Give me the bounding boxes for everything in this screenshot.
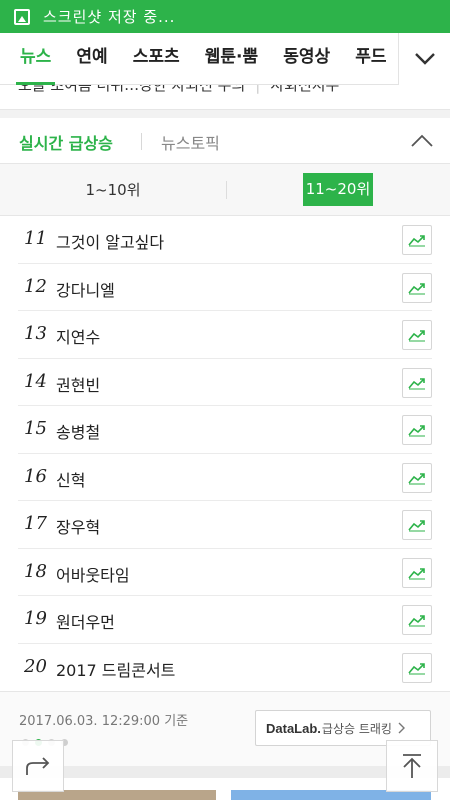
datalab-brand: DataLab. bbox=[266, 720, 321, 736]
list-item[interactable]: 12 강다니엘 bbox=[18, 264, 432, 311]
trend-chart-button[interactable] bbox=[402, 367, 432, 398]
keyword-link[interactable]: 그것이 알고싶다 bbox=[56, 229, 164, 253]
more-categories-button[interactable] bbox=[398, 33, 450, 85]
trend-chart-button[interactable] bbox=[402, 652, 432, 683]
trend-chart-icon bbox=[408, 377, 425, 389]
keyword-link[interactable]: 송병철 bbox=[56, 419, 100, 443]
list-item[interactable]: 19 원더우먼 bbox=[18, 596, 432, 644]
keyword-link[interactable]: 지연수 bbox=[56, 324, 100, 348]
tab-sports[interactable]: 스포츠 bbox=[133, 33, 180, 85]
share-icon bbox=[26, 757, 50, 775]
rank-number: 12 bbox=[24, 275, 47, 297]
trend-chart-icon bbox=[408, 567, 425, 579]
trend-chart-button[interactable] bbox=[402, 510, 432, 540]
rank-range-tabs: 1~10위 11~20위 bbox=[0, 164, 450, 216]
rank-number: 14 bbox=[24, 370, 47, 392]
range-divider bbox=[226, 181, 227, 199]
list-item[interactable]: 18 어바웃타임 bbox=[18, 549, 432, 596]
tab-entertainment[interactable]: 연예 bbox=[76, 33, 107, 85]
trend-chart-button[interactable] bbox=[402, 272, 432, 303]
trend-chart-icon bbox=[408, 615, 425, 627]
tab-news[interactable]: 뉴스 bbox=[15, 33, 56, 85]
rank-number: 13 bbox=[24, 323, 47, 344]
keyword-link[interactable]: 어바웃타임 bbox=[56, 562, 130, 586]
trending-list: 11 그것이 알고싶다 12 강다니엘 13 지연수 14 권현빈 15 송병철… bbox=[0, 216, 450, 691]
status-text: 스크린샷 저장 중... bbox=[43, 8, 176, 26]
header-divider bbox=[141, 133, 142, 150]
headline-ticker[interactable]: 오늘 초여름 더위…강한 자외선 주의 | 사회전지두 bbox=[0, 85, 450, 110]
timestamp: 2017.06.03. 12:29:00 기준 bbox=[19, 714, 189, 729]
trend-chart-icon bbox=[408, 425, 425, 437]
chevron-down-icon bbox=[414, 53, 435, 65]
trend-chart-icon bbox=[408, 662, 425, 674]
datalab-label: 급상승 트래킹 bbox=[321, 721, 392, 736]
keyword-link[interactable]: 강다니엘 bbox=[56, 277, 115, 301]
ticker-separator: | bbox=[255, 85, 261, 94]
trend-chart-icon bbox=[408, 235, 425, 247]
category-tabs: 뉴스 연예 스포츠 웹툰·뿜 동영상 푸드 bbox=[0, 33, 398, 85]
tab-video[interactable]: 동영상 bbox=[283, 33, 330, 85]
list-item[interactable]: 14 권현빈 bbox=[18, 359, 432, 406]
trend-chart-icon bbox=[408, 472, 425, 484]
trending-footer: 2017.06.03. 12:29:00 기준 DataLab. 급상승 트래킹 bbox=[0, 691, 450, 766]
trend-chart-button[interactable] bbox=[402, 415, 432, 445]
keyword-link[interactable]: 권현빈 bbox=[56, 372, 100, 396]
keyword-link[interactable]: 장우혁 bbox=[56, 514, 100, 538]
chevron-right-icon bbox=[398, 722, 405, 734]
chevron-up-icon bbox=[411, 134, 433, 147]
rank-number: 16 bbox=[24, 465, 47, 487]
trending-section-header: 실시간 급상승 뉴스토픽 bbox=[0, 118, 450, 164]
list-item[interactable]: 17 장우혁 bbox=[18, 501, 432, 549]
list-item[interactable]: 20 2017 드림콘서트 bbox=[18, 644, 432, 692]
trend-chart-button[interactable] bbox=[402, 225, 432, 255]
rank-number: 18 bbox=[24, 560, 47, 582]
list-item[interactable]: 13 지연수 bbox=[18, 311, 432, 359]
keyword-link[interactable]: 원더우먼 bbox=[56, 609, 115, 633]
tab-news-topic[interactable]: 뉴스토픽 bbox=[161, 130, 220, 154]
share-button[interactable] bbox=[12, 740, 64, 792]
trend-chart-button[interactable] bbox=[402, 557, 432, 588]
trend-chart-icon bbox=[408, 520, 425, 532]
list-item[interactable]: 15 송병철 bbox=[18, 406, 432, 454]
rank-number: 17 bbox=[24, 513, 47, 534]
section-gap bbox=[0, 766, 450, 778]
rank-number: 15 bbox=[24, 418, 47, 439]
collapse-button[interactable] bbox=[408, 127, 436, 155]
trend-chart-icon bbox=[408, 330, 425, 342]
tab-food[interactable]: 푸드 bbox=[355, 33, 386, 85]
range-tab-1-10[interactable]: 1~10위 bbox=[55, 178, 171, 202]
trend-chart-button[interactable] bbox=[402, 320, 432, 350]
gallery-icon bbox=[14, 8, 30, 25]
status-bar: 스크린샷 저장 중... bbox=[0, 0, 450, 33]
ticker-headline[interactable]: 오늘 초여름 더위…강한 자외선 주의 bbox=[18, 85, 245, 94]
scroll-top-button[interactable] bbox=[386, 740, 438, 792]
list-item[interactable]: 11 그것이 알고싶다 bbox=[18, 216, 432, 264]
tab-realtime-trending[interactable]: 실시간 급상승 bbox=[19, 130, 113, 154]
ticker-category[interactable]: 사회전지두 bbox=[270, 85, 339, 94]
category-nav: 뉴스 연예 스포츠 웹툰·뿜 동영상 푸드 bbox=[0, 33, 450, 85]
arrow-up-icon bbox=[403, 754, 421, 778]
trend-chart-icon bbox=[408, 282, 425, 294]
list-item[interactable]: 16 신혁 bbox=[18, 454, 432, 501]
section-gap bbox=[0, 110, 450, 118]
trend-chart-button[interactable] bbox=[402, 462, 432, 493]
tab-webtoon[interactable]: 웹툰·뿜 bbox=[205, 33, 258, 85]
keyword-link[interactable]: 신혁 bbox=[56, 467, 85, 491]
trend-chart-button[interactable] bbox=[402, 605, 432, 635]
keyword-link[interactable]: 2017 드림콘서트 bbox=[56, 657, 175, 681]
rank-number: 19 bbox=[24, 608, 47, 629]
range-tab-11-20[interactable]: 11~20위 bbox=[303, 173, 373, 206]
rank-number: 20 bbox=[24, 655, 47, 677]
rank-number: 11 bbox=[24, 228, 47, 249]
